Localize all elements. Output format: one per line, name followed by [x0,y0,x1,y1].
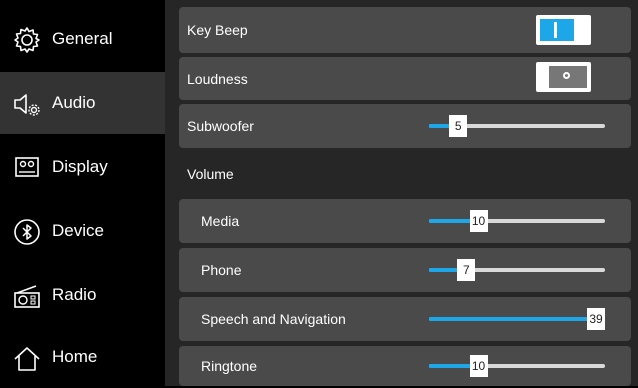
speech-navigation-volume-row: Speech and Navigation 39 [179,297,631,341]
radio-icon [14,285,40,308]
volume-section-label: Volume [187,166,234,182]
sidebar-item-general[interactable]: General [0,8,165,70]
subwoofer-label: Subwoofer [187,118,254,134]
sidebar-item-label: Home [52,347,98,366]
slider-thumb[interactable]: 7 [457,259,476,281]
toggle-on-glyph [554,22,557,38]
speech-navigation-volume-slider[interactable]: 39 [429,308,605,330]
media-volume-slider[interactable]: 10 [429,210,605,232]
gear-icon [14,27,40,53]
media-label: Media [201,213,240,229]
subwoofer-row: Subwoofer 5 [179,104,631,148]
slider-thumb[interactable]: 10 [469,210,488,232]
sidebar-item-display[interactable]: Display [0,136,165,198]
sidebar-item-label: General [52,29,113,48]
sidebar: General Audio Display Device Radio Home [0,0,165,386]
sidebar-item-label: Audio [52,93,96,112]
ringtone-volume-row: Ringtone 10 [179,346,631,386]
settings-panel: Key Beep Loudness Subwoofer 5 Volume Med… [165,0,638,386]
sidebar-item-radio[interactable]: Radio [0,264,165,326]
toggle-knob [540,19,574,41]
slider-thumb[interactable]: 39 [587,308,605,330]
slider-thumb[interactable]: 5 [449,115,468,137]
sidebar-item-device[interactable]: Device [0,200,165,262]
media-volume-row: Media 10 [179,199,631,243]
home-icon [14,347,40,371]
phone-label: Phone [201,262,242,278]
sidebar-item-label: Radio [52,285,97,304]
slider-fill [429,317,596,321]
sidebar-item-audio[interactable]: Audio [0,72,165,134]
loudness-toggle[interactable] [536,62,591,92]
phone-volume-slider[interactable]: 7 [429,259,605,281]
display-icon [15,157,39,177]
loudness-label: Loudness [187,70,248,87]
key-beep-row: Key Beep [179,7,631,53]
speech-navigation-label: Speech and Navigation [201,311,346,327]
phone-volume-row: Phone 7 [179,248,631,292]
slider-thumb[interactable]: 10 [469,355,488,377]
sidebar-item-label: Display [52,157,108,176]
sidebar-item-label: Device [52,221,104,240]
bluetooth-icon [14,219,40,245]
toggle-off-glyph [563,72,570,79]
ringtone-label: Ringtone [201,358,258,374]
sidebar-item-home[interactable]: Home [0,326,165,388]
key-beep-label: Key Beep [187,22,248,38]
speaker-gear-icon [14,94,40,116]
key-beep-toggle[interactable] [536,15,591,45]
ringtone-volume-slider[interactable]: 10 [429,355,605,377]
loudness-row: Loudness [179,57,631,100]
subwoofer-slider[interactable]: 5 [429,115,605,137]
